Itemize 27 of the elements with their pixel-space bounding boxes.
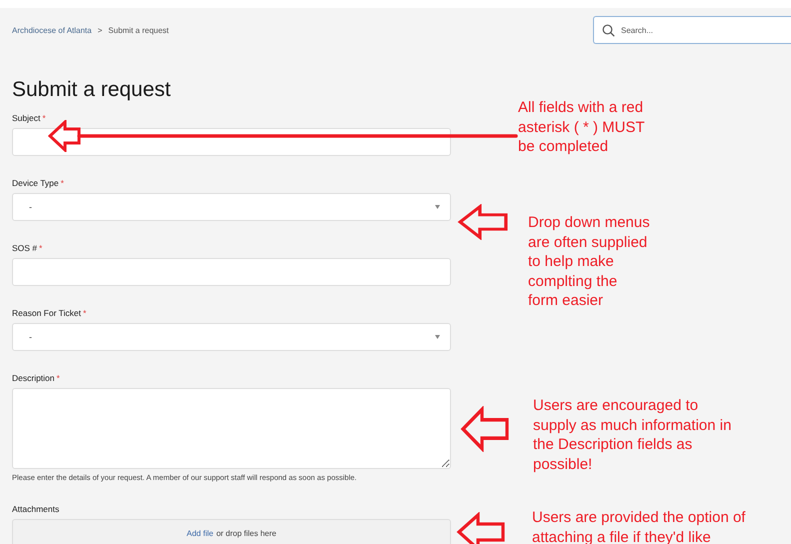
arrow-icon <box>457 204 509 240</box>
page-title: Submit a request <box>12 78 172 102</box>
dropdown[interactable]: - <box>12 323 451 351</box>
add-file-link[interactable]: Add file <box>186 529 214 538</box>
text-field[interactable] <box>12 258 451 286</box>
field-label: Attachments <box>12 504 60 515</box>
breadcrumb-separator: > <box>98 26 102 34</box>
dropdown[interactable]: - <box>12 193 451 221</box>
arrow-icon <box>456 512 506 544</box>
field-label: Device Type * <box>12 178 64 189</box>
caret-icon <box>435 205 440 209</box>
arrow-icon <box>460 406 510 452</box>
annotation-text: All fields with a red asterisk ( * ) MUST be completed <box>518 98 645 156</box>
file-drop-zone[interactable]: Add file or drop files here <box>12 519 451 544</box>
field-label: SOS # * <box>12 243 42 254</box>
arrow-icon <box>48 120 518 152</box>
breadcrumb-current: Submit a request <box>108 26 169 34</box>
description-textarea[interactable] <box>12 388 451 469</box>
annotation-text: Drop down menus are often supplied to help make complting the form easier <box>528 213 650 310</box>
field-label: Reason For Ticket * <box>12 308 86 319</box>
field-label: Description * <box>12 373 60 384</box>
drop-hint: or drop files here <box>216 529 276 538</box>
annotation-text: Users are encouraged to supply as much information in the Description fields as possible! <box>533 396 732 474</box>
search-field[interactable]: Search... <box>593 16 791 44</box>
field-label: Subject * <box>12 113 46 124</box>
breadcrumb-link[interactable]: Archdiocese of Atlanta <box>12 26 92 34</box>
caret-icon <box>435 335 440 339</box>
